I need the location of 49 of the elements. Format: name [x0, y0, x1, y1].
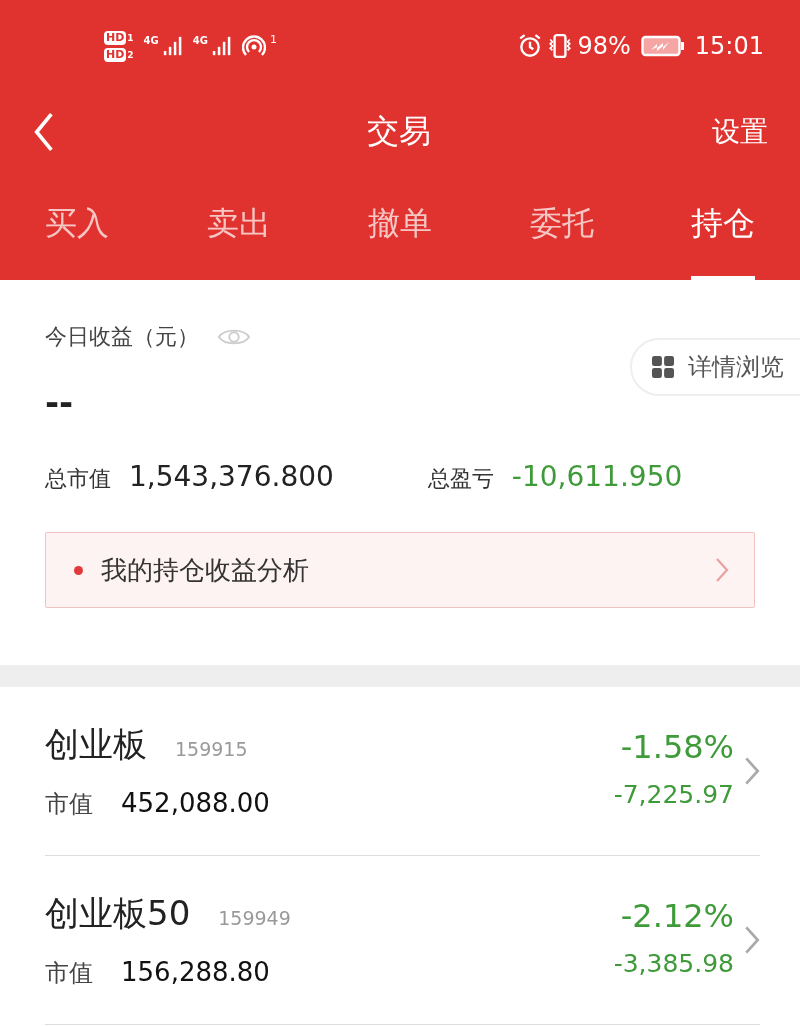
label: 今日收益（元） — [45, 323, 199, 351]
battery-charging-icon — [640, 35, 685, 57]
signal-icon — [162, 35, 183, 57]
hd-badge: HD — [104, 47, 127, 62]
settings-button[interactable]: 设置 — [712, 113, 768, 151]
hotspot-icon — [241, 34, 266, 58]
tab[interactable]: 委托 — [529, 172, 594, 280]
hd-badge: HD — [104, 30, 127, 45]
change-percent: -1.58% — [620, 727, 734, 766]
tab[interactable]: 撤单 — [368, 172, 432, 280]
fund-name: 创业板50 — [45, 892, 191, 935]
detail-button[interactable]: 详情浏览 — [630, 338, 800, 396]
label: 总盈亏 — [427, 465, 494, 493]
market-value: 452,088.00 — [121, 788, 270, 818]
battery-level: 98% — [577, 32, 631, 60]
clock-time: 15:01 — [694, 32, 764, 60]
signal-icon — [211, 35, 232, 57]
chevron-icon — [744, 925, 760, 955]
analysis-link[interactable]: 我的持仓收益分析 — [45, 532, 755, 608]
market-value: 156,288.80 — [121, 957, 270, 987]
fund-name: 创业板 — [45, 723, 147, 766]
tab[interactable]: 持仓 — [691, 172, 755, 280]
link-text: 我的持仓收益分析 — [101, 553, 310, 587]
vibrate-icon — [547, 33, 574, 59]
fund-code: 159915 — [175, 738, 248, 760]
total-profit-loss: -10,611.950 — [511, 460, 683, 493]
page-title: 交易 — [367, 111, 431, 152]
grid-icon — [652, 356, 674, 378]
sim-index: 1 — [127, 32, 134, 43]
label: 市值 — [45, 789, 93, 820]
change-amount: -3,385.98 — [613, 948, 734, 978]
change-percent: -2.12% — [620, 896, 734, 935]
network-type: 4G — [143, 34, 159, 46]
hotspot-count: 1 — [269, 32, 277, 46]
dot-icon — [74, 565, 83, 575]
label: 市值 — [45, 958, 93, 989]
change-amount: -7,225.97 — [613, 779, 734, 809]
tab[interactable]: 卖出 — [206, 172, 271, 280]
chevron-icon — [714, 557, 730, 583]
label: 总市值 — [45, 465, 111, 493]
fund-code: 159949 — [218, 907, 291, 929]
today-value: -- — [45, 382, 75, 424]
holding-row[interactable]: 创业板 159915 市值 452,088.00 -1.58% -7,225.97 — [45, 687, 760, 856]
total-value: 1,543,376.800 — [129, 460, 334, 493]
chevron-icon — [744, 756, 760, 786]
tab[interactable]: 买入 — [45, 172, 109, 280]
holding-row[interactable]: 创业板50 159949 市值 156,288.80 -2.12% -3,385.98 — [45, 856, 760, 1025]
sim-index: 2 — [127, 49, 134, 60]
network-type: 4G — [192, 34, 208, 46]
